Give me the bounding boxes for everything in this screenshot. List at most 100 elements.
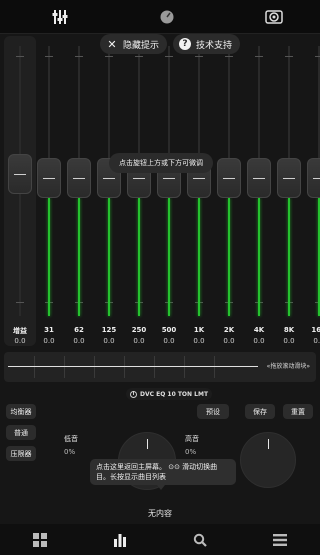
slider-tick	[16, 302, 24, 303]
top-tab-bar	[0, 0, 320, 34]
treble-knob[interactable]	[240, 432, 296, 488]
scrub-tick	[214, 356, 215, 378]
slider-tick	[45, 56, 53, 57]
treble-knob-marker	[268, 439, 269, 449]
scrub-tick	[94, 356, 95, 378]
band-frequency: 4K	[253, 326, 265, 334]
scrub-tick	[154, 356, 155, 378]
band-frequency: 62	[74, 326, 84, 334]
band-frequency: 31	[44, 326, 54, 334]
now-playing[interactable]: 无内容	[0, 502, 320, 524]
slider-knob[interactable]	[8, 154, 32, 194]
level-fill	[78, 198, 80, 316]
save-button[interactable]: 保存	[245, 404, 275, 419]
band-frequency: 16K	[311, 326, 320, 334]
slider-tick	[165, 56, 173, 57]
slider-tick	[255, 56, 263, 57]
slider-knob[interactable]	[67, 158, 91, 198]
band-slider[interactable]: 8K 0.0	[277, 34, 301, 345]
home-hint-text: 点击这里返回主屏幕。 ⊙⊙ 滑动切换曲目。长按显示曲目列表	[96, 463, 218, 481]
equalizer-mode-button[interactable]: 均衡器	[6, 404, 36, 419]
level-fill	[288, 198, 290, 316]
band-value: 0.0	[193, 337, 205, 345]
support-button[interactable]: ? 技术支持	[173, 34, 241, 54]
hide-tips-label: 隐藏提示	[123, 40, 160, 51]
level-fill	[198, 198, 200, 316]
scrub-tick	[64, 356, 65, 378]
slider-tick	[225, 56, 233, 57]
normal-mode-button[interactable]: 普通	[6, 425, 36, 440]
band-slider[interactable]: 250 0.0	[127, 34, 151, 345]
gain-label: 增益	[13, 327, 27, 335]
level-fill	[48, 198, 50, 316]
slider-tick	[105, 56, 113, 57]
help-icon: ?	[179, 38, 192, 50]
bass-knob-marker	[147, 439, 148, 449]
level-fill	[168, 198, 170, 316]
scrub-line	[8, 366, 258, 367]
slider-tick	[315, 56, 320, 57]
slider-tick	[285, 56, 293, 57]
band-frequency: 125	[101, 326, 117, 334]
level-fill	[258, 198, 260, 316]
nav-menu[interactable]	[268, 528, 292, 552]
band-value: 0.0	[133, 337, 145, 345]
band-slider[interactable]: 2K 0.0	[217, 34, 241, 345]
band-value: 0.0	[163, 337, 175, 345]
equalizer-icon	[52, 9, 68, 24]
band-value: 0.0	[73, 337, 85, 345]
slider-knob[interactable]	[307, 158, 320, 198]
gain-value: 0.0	[14, 337, 26, 345]
bass-value: 0%	[64, 448, 76, 456]
fine-tune-tooltip: 点击旋钮上方或下方可微调	[109, 153, 213, 173]
scrub-tick	[184, 356, 185, 378]
bottom-nav	[0, 524, 320, 555]
band-value: 0.0	[223, 337, 235, 345]
hide-tips-button[interactable]: ✕ 隐藏提示	[100, 34, 168, 54]
scrub-tick	[124, 356, 125, 378]
slider-tick	[135, 56, 143, 57]
nav-eq[interactable]	[108, 528, 132, 552]
slider-knob[interactable]	[217, 158, 241, 198]
close-icon: ✕	[107, 37, 117, 51]
band-frequency: 500	[161, 326, 177, 334]
preset-name-badge[interactable]: i DVC EQ 10 TON LMT	[126, 388, 213, 400]
band-slider[interactable]: 62 0.0	[67, 34, 91, 345]
band-slider[interactable]: 500 0.0	[157, 34, 181, 345]
band-value: 0.0	[253, 337, 265, 345]
info-icon: i	[130, 390, 137, 398]
treble-value: 0%	[185, 448, 197, 456]
band-frequency: 2K	[223, 326, 235, 334]
reset-button[interactable]: 重置	[283, 404, 313, 419]
band-slider[interactable]: 31 0.0	[37, 34, 61, 345]
slider-tick	[75, 56, 83, 57]
band-slider[interactable]: 125 0.0	[97, 34, 121, 345]
slider-knob[interactable]	[37, 158, 61, 198]
slider-knob[interactable]	[247, 158, 271, 198]
band-value: 0.0	[43, 337, 55, 345]
band-value: 0.0	[103, 337, 115, 345]
equalizer-tab[interactable]	[48, 5, 72, 29]
limiter-mode-button[interactable]: 压限器	[6, 446, 36, 461]
band-slider[interactable]: 16K0.0	[307, 34, 320, 345]
knob-tab[interactable]	[155, 5, 179, 29]
band-slider[interactable]: 1K 0.0	[187, 34, 211, 345]
band-slider[interactable]: 4K 0.0	[247, 34, 271, 345]
nav-search[interactable]	[188, 528, 212, 552]
grid-icon	[33, 532, 47, 547]
speaker-tab[interactable]	[262, 5, 286, 29]
gain-slider[interactable]: 增益 0.0	[8, 34, 32, 345]
band-frequency: 1K	[193, 326, 205, 334]
bars-icon	[114, 533, 126, 547]
scrub-hint: «拖放滚动滑块»	[266, 363, 310, 370]
band-frequency: 250	[131, 326, 147, 334]
menu-icon	[273, 533, 287, 546]
dial-icon	[160, 10, 174, 23]
nav-grid[interactable]	[28, 528, 52, 552]
equalizer-panel: 增益 0.0 31 0.0 62 0.0 125 0.0 250 0.0 500 0.0 1K 0.0 2K…	[0, 34, 320, 346]
band-value: 0.0	[313, 337, 320, 345]
scroll-slider[interactable]: «拖放滚动滑块»	[4, 352, 316, 382]
slider-knob[interactable]	[277, 158, 301, 198]
preset-button[interactable]: 预设	[197, 404, 229, 419]
home-hint-toast[interactable]: 点击这里返回主屏幕。 ⊙⊙ 滑动切换曲目。长按显示曲目列表	[90, 459, 236, 490]
